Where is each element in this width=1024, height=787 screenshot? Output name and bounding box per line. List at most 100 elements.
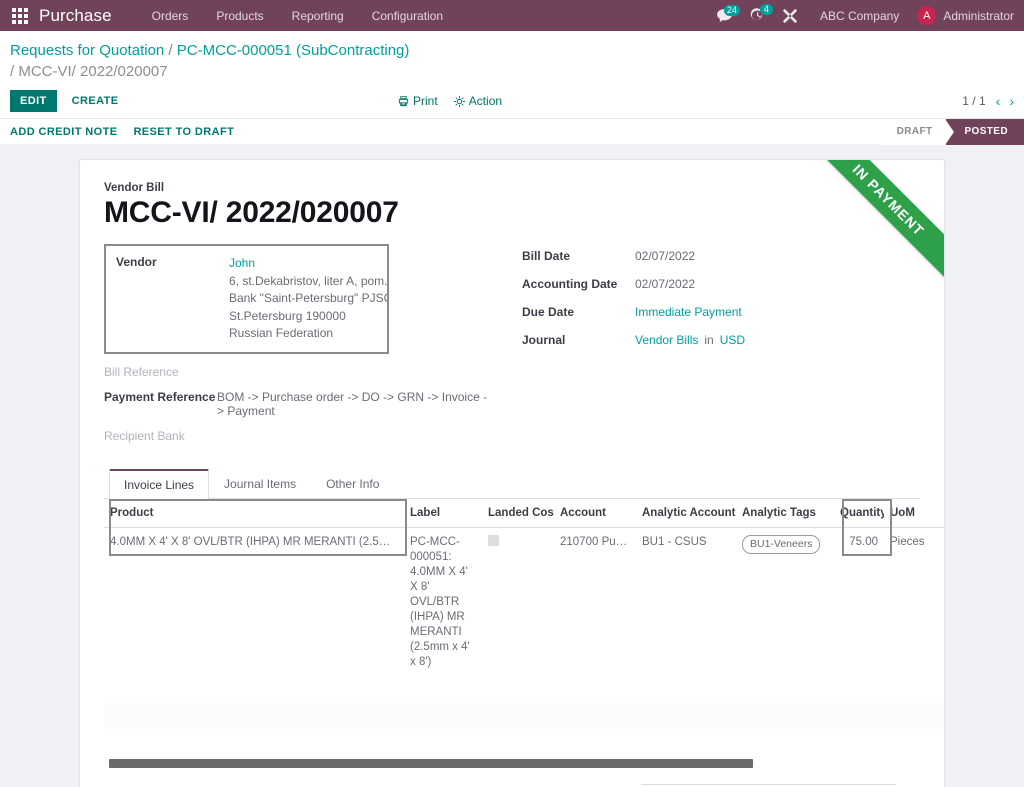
apps-grid-icon[interactable] xyxy=(11,7,29,25)
scrollbar-thumb[interactable] xyxy=(109,759,753,768)
stage-draft[interactable]: DRAFT xyxy=(879,119,947,145)
table-row-empty-3 xyxy=(104,729,944,749)
stage-posted[interactable]: POSTED xyxy=(946,119,1024,145)
journal-in-word: in xyxy=(704,333,713,347)
chevron-right-icon[interactable]: › xyxy=(1009,93,1014,109)
column-header-uom[interactable]: UoM xyxy=(884,499,944,528)
action-button[interactable]: Action xyxy=(454,94,502,108)
totals-block: i Total: $ 2,250.00 Paid on 02/07/2022 $… xyxy=(641,784,896,787)
activities-button[interactable]: 4 xyxy=(741,8,774,23)
notebook-tabs: Invoice Lines Journal Items Other Info xyxy=(104,469,920,499)
printer-icon xyxy=(398,96,409,107)
page-title: MCC-VI/ 2022/020007 xyxy=(104,196,920,230)
tab-invoice-lines[interactable]: Invoice Lines xyxy=(109,469,209,499)
column-header-analytic-tags[interactable]: Analytic Tags xyxy=(736,499,834,528)
tab-other-info[interactable]: Other Info xyxy=(311,469,394,499)
breadcrumb-parent[interactable]: PC-MCC-000051 (SubContracting) xyxy=(177,42,410,59)
vendor-name-link[interactable]: John xyxy=(229,255,389,273)
print-button[interactable]: Print xyxy=(398,94,438,108)
breadcrumb: Requests for Quotation / PC-MCC-000051 (… xyxy=(10,40,1014,82)
payment-reference-value: BOM -> Purchase order -> DO -> GRN -> In… xyxy=(217,390,494,418)
edit-button[interactable]: EDIT xyxy=(10,90,57,112)
vendor-address-line-1: 6, st.Dekabristov, liter A, pom.10-H xyxy=(229,274,389,288)
breadcrumb-separator-1: / xyxy=(164,42,177,59)
bill-date-value: 02/07/2022 xyxy=(635,249,695,263)
wrench-icon[interactable] xyxy=(774,9,806,23)
cell-landed-cost[interactable] xyxy=(482,527,554,677)
vendor-address-line-4: Russian Federation xyxy=(229,326,333,340)
column-header-analytic-account[interactable]: Analytic Account xyxy=(636,499,736,528)
column-header-product[interactable]: Product xyxy=(104,499,404,528)
breadcrumb-root[interactable]: Requests for Quotation xyxy=(10,42,164,59)
breadcrumb-area: Requests for Quotation / PC-MCC-000051 (… xyxy=(0,31,1024,86)
landed-cost-checkbox[interactable] xyxy=(488,535,499,546)
invoice-lines-table-area: Product Label Landed Cos... Account Anal… xyxy=(104,499,920,749)
cell-label[interactable]: PC-MCC-000051: 4.0MM X 4' X 8' OVL/BTR (… xyxy=(404,527,482,677)
activities-badge: 4 xyxy=(760,4,773,15)
messages-button[interactable]: 24 xyxy=(708,9,741,22)
avatar: A xyxy=(917,6,936,25)
menu-item-reporting[interactable]: Reporting xyxy=(278,3,358,29)
status-stages: DRAFT POSTED xyxy=(879,119,1024,145)
cell-account[interactable]: 210700 Purcha... xyxy=(554,527,636,677)
recipient-bank-label: Recipient Bank xyxy=(104,429,217,443)
chevron-left-icon[interactable]: ‹ xyxy=(996,93,1001,109)
reset-to-draft-button[interactable]: RESET TO DRAFT xyxy=(133,121,243,143)
recipient-bank-field[interactable]: Recipient Bank xyxy=(104,429,494,443)
header-right-column: Bill Date 02/07/2022 Accounting Date 02/… xyxy=(494,244,920,443)
cell-analytic-account[interactable]: BU1 - CSUS xyxy=(636,527,736,677)
bill-date-label: Bill Date xyxy=(522,249,635,263)
messages-badge: 24 xyxy=(724,5,740,16)
column-header-label[interactable]: Label xyxy=(404,499,482,528)
company-switcher[interactable]: ABC Company xyxy=(806,9,913,23)
breadcrumb-current: MCC-VI/ 2022/020007 xyxy=(18,63,167,80)
journal-value[interactable]: Vendor Bills xyxy=(635,333,698,347)
table-horizontal-scrollbar[interactable] xyxy=(104,759,896,768)
cell-uom[interactable]: Pieces xyxy=(884,527,944,677)
vendor-value: John 6, st.Dekabristov, liter A, pom.10-… xyxy=(229,255,389,343)
cell-quantity[interactable]: 75.00 xyxy=(834,527,884,677)
menu-item-products[interactable]: Products xyxy=(202,3,277,29)
add-credit-note-button[interactable]: ADD CREDIT NOTE xyxy=(10,121,126,143)
control-panel-actions: Print Action xyxy=(398,94,502,108)
bill-reference-field[interactable]: Bill Reference xyxy=(104,365,494,379)
cell-product[interactable]: 4.0MM X 4' X 8' OVL/BTR (IHPA) MR MERANT… xyxy=(104,527,404,677)
vendor-address-line-3: St.Petersburg 190000 xyxy=(229,309,346,323)
pager-arrows: ‹ › xyxy=(996,93,1014,109)
table-row[interactable]: 4.0MM X 4' X 8' OVL/BTR (IHPA) MR MERANT… xyxy=(104,527,944,677)
table-header-row: Product Label Landed Cos... Account Anal… xyxy=(104,499,944,528)
bill-reference-label: Bill Reference xyxy=(104,365,217,379)
accounting-date-field[interactable]: Accounting Date 02/07/2022 xyxy=(522,277,920,291)
analytic-tag-badge: BU1-Veneers xyxy=(742,535,820,554)
due-date-value[interactable]: Immediate Payment xyxy=(635,305,742,319)
form-sheet: IN PAYMENT Vendor Bill MCC-VI/ 2022/0200… xyxy=(79,159,945,787)
statusbar-row: ADD CREDIT NOTE RESET TO DRAFT DRAFT POS… xyxy=(0,118,1024,144)
bill-date-field[interactable]: Bill Date 02/07/2022 xyxy=(522,249,920,263)
tab-journal-items[interactable]: Journal Items xyxy=(209,469,311,499)
menu-item-configuration[interactable]: Configuration xyxy=(358,3,457,29)
app-brand-purchase[interactable]: Purchase xyxy=(39,6,112,26)
control-panel: EDIT CREATE Print Action 1 / 1 ‹ › xyxy=(0,86,1024,118)
journal-field[interactable]: Journal Vendor Bills in USD xyxy=(522,333,920,347)
column-header-landed-cost[interactable]: Landed Cos... xyxy=(482,499,554,528)
document-type-label: Vendor Bill xyxy=(104,182,920,194)
menu-item-orders[interactable]: Orders xyxy=(138,3,203,29)
payment-reference-field[interactable]: Payment Reference BOM -> Purchase order … xyxy=(104,390,494,418)
accounting-date-value: 02/07/2022 xyxy=(635,277,695,291)
sheet-inner: Vendor Bill MCC-VI/ 2022/020007 Vendor J… xyxy=(80,160,944,787)
top-navbar: Purchase Orders Products Reporting Confi… xyxy=(0,0,1024,31)
column-header-quantity[interactable]: Quantity xyxy=(834,499,884,528)
cell-account-text: 210700 Purcha... xyxy=(560,535,630,550)
create-button[interactable]: CREATE xyxy=(62,90,129,112)
cell-analytic-tags[interactable]: BU1-Veneers xyxy=(736,527,834,677)
total-row: Total: $ 2,250.00 xyxy=(641,784,896,787)
page-body: IN PAYMENT Vendor Bill MCC-VI/ 2022/0200… xyxy=(0,144,1024,787)
invoice-lines-table: Product Label Landed Cos... Account Anal… xyxy=(104,499,944,749)
column-header-account[interactable]: Account xyxy=(554,499,636,528)
vendor-label: Vendor xyxy=(116,255,229,343)
journal-currency[interactable]: USD xyxy=(720,333,745,347)
due-date-field[interactable]: Due Date Immediate Payment xyxy=(522,305,920,319)
navbar-right: 24 4 ABC Company A Administrator xyxy=(708,6,1014,25)
vendor-field-box[interactable]: Vendor John 6, st.Dekabristov, liter A, … xyxy=(104,244,389,354)
user-menu[interactable]: A Administrator xyxy=(913,6,1014,25)
